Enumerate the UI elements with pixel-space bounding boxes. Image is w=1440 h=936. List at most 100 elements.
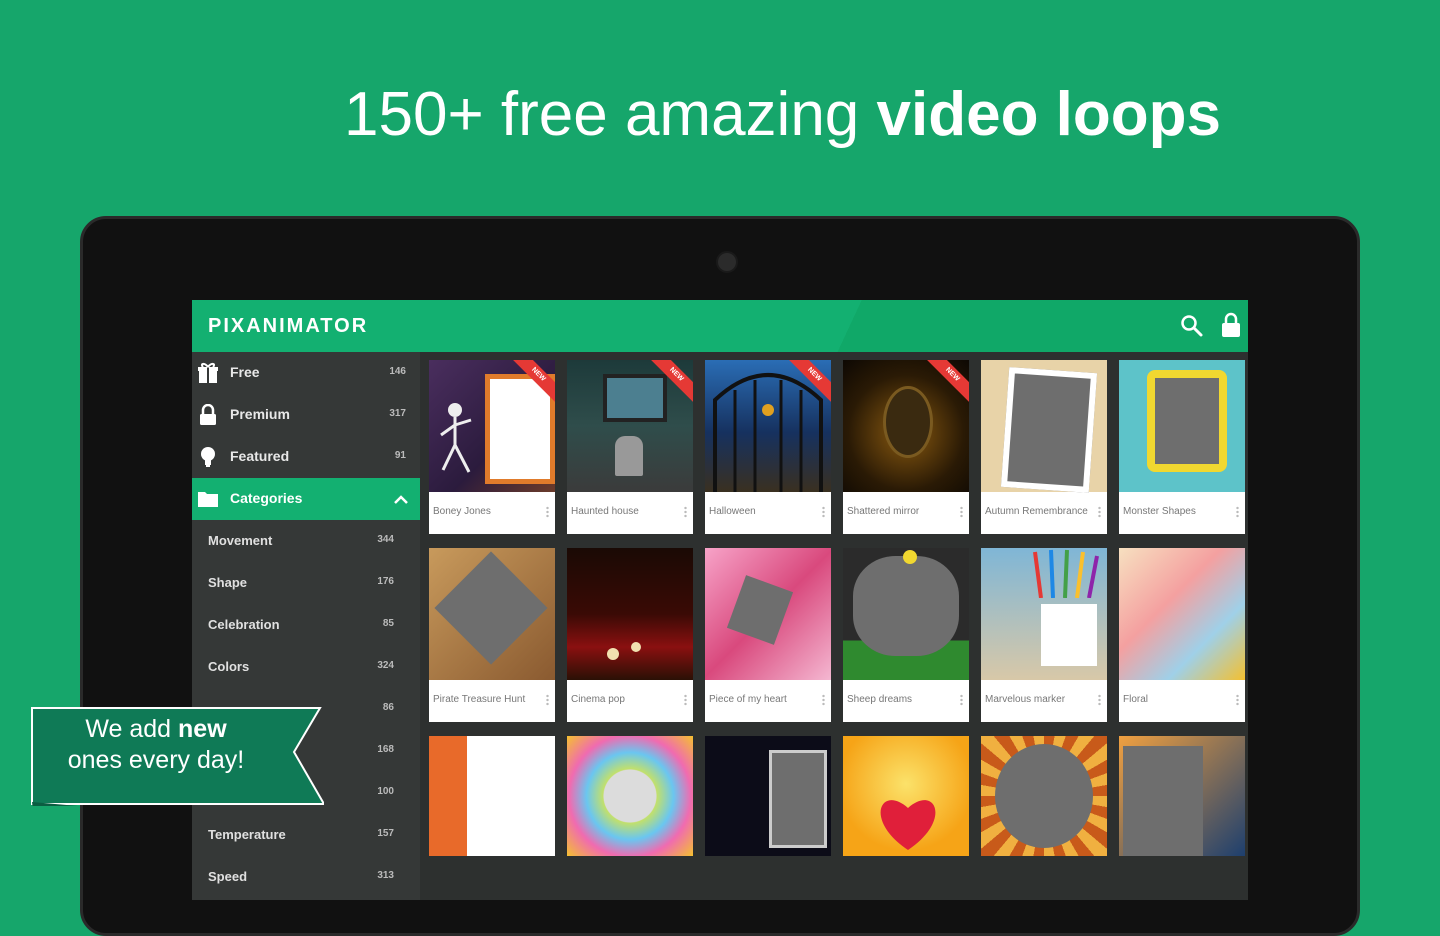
notepad-frame — [1041, 604, 1097, 666]
more-options-icon[interactable] — [1098, 694, 1101, 706]
circle-frame — [995, 744, 1093, 848]
video-card[interactable]: Cinema pop — [567, 548, 693, 722]
video-card[interactable] — [429, 736, 555, 856]
folder-icon — [198, 492, 218, 507]
more-options-icon[interactable] — [1098, 506, 1101, 518]
card-thumbnail — [705, 736, 831, 856]
more-options-icon[interactable] — [1236, 694, 1239, 706]
more-options-icon[interactable] — [960, 694, 963, 706]
sidebar-item-featured[interactable]: Featured 91 — [192, 436, 420, 478]
category-label: Shape — [208, 575, 248, 590]
card-thumbnail — [981, 360, 1107, 493]
video-card[interactable] — [1119, 736, 1245, 856]
app-screen: PIXANIMATOR Free 146 Premium 317 Feature… — [192, 300, 1248, 900]
video-card[interactable] — [981, 736, 1107, 856]
sidebar: Free 146 Premium 317 Featured 91 Categor… — [192, 352, 420, 900]
category-item-colors[interactable]: Colors 324 — [192, 646, 420, 688]
video-card[interactable]: NEW Halloween — [705, 360, 831, 534]
card-caption: Sheep dreams — [847, 694, 913, 705]
banner-line-1-prefix: We add — [85, 715, 179, 743]
sidebar-item-label: Categories — [230, 490, 303, 506]
sidebar-item-categories[interactable]: Categories — [192, 478, 420, 520]
photo-frame — [769, 750, 827, 848]
card-thumbnail — [429, 736, 555, 856]
sidebar-item-free[interactable]: Free 146 — [192, 352, 420, 394]
tv-frame — [603, 374, 667, 422]
category-count: 176 — [377, 576, 394, 587]
card-thumbnail — [843, 736, 969, 856]
category-count: 324 — [377, 660, 394, 671]
card-thumbnail — [843, 548, 969, 680]
sidebar-item-count: 91 — [394, 450, 406, 461]
category-label: Colors — [208, 659, 250, 674]
video-card[interactable]: Marvelous marker — [981, 548, 1107, 722]
more-options-icon[interactable] — [546, 506, 549, 518]
more-options-icon[interactable] — [684, 506, 687, 518]
popcorn-shape — [607, 648, 619, 660]
card-caption: Shattered mirror — [847, 506, 920, 517]
gift-icon — [198, 363, 218, 383]
search-icon[interactable] — [1180, 314, 1204, 338]
sidebar-item-label: Featured — [230, 448, 290, 464]
video-card[interactable]: NEW Haunted house — [567, 360, 693, 534]
video-card[interactable]: Piece of my heart — [705, 548, 831, 722]
more-options-icon[interactable] — [822, 694, 825, 706]
video-card[interactable] — [567, 736, 693, 856]
category-count: 344 — [377, 534, 394, 545]
card-thumbnail — [567, 736, 693, 856]
category-item-temperature[interactable]: Temperature 157 — [192, 814, 420, 856]
category-count: 168 — [377, 744, 394, 755]
card-thumbnail — [705, 548, 831, 680]
category-item-movement[interactable]: Movement 344 — [192, 520, 420, 562]
card-thumbnail — [1119, 548, 1245, 680]
heart-icon — [880, 800, 936, 850]
card-thumbnail — [1119, 736, 1245, 856]
category-item-speed[interactable]: Speed 313 — [192, 856, 420, 898]
lightbulb-icon — [201, 447, 215, 467]
card-caption: Floral — [1123, 694, 1149, 705]
moon-icon — [903, 550, 917, 564]
chair-shape — [615, 436, 643, 476]
video-card[interactable]: Sheep dreams — [843, 548, 969, 722]
video-card[interactable] — [705, 736, 831, 856]
card-caption: Autumn Remembrance — [985, 506, 1088, 517]
video-card[interactable]: Monster Shapes — [1119, 360, 1245, 534]
banner-line-2: ones every day! — [67, 746, 245, 774]
category-item-shape[interactable]: Shape 176 — [192, 562, 420, 604]
category-count: 157 — [377, 828, 394, 839]
category-count: 85 — [382, 618, 394, 629]
headline: 150+ free amazing video loops — [0, 78, 1440, 152]
video-card[interactable]: Autumn Remembrance — [981, 360, 1107, 534]
heart-frame — [726, 575, 794, 645]
video-card[interactable]: NEW Shattered mirror — [843, 360, 969, 534]
card-caption: Marvelous marker — [985, 694, 1066, 705]
pencils-icon — [1033, 549, 1099, 598]
category-label: Temperature — [208, 827, 286, 842]
more-options-icon[interactable] — [822, 506, 825, 518]
monster-frame — [1147, 370, 1227, 472]
app-logo: PIXANIMATOR — [208, 315, 369, 337]
video-card[interactable]: NEW Boney Jones — [429, 360, 555, 534]
skeleton-icon — [440, 403, 472, 473]
more-options-icon[interactable] — [960, 506, 963, 518]
banner-line-1-bold: new — [178, 715, 227, 743]
more-options-icon[interactable] — [546, 694, 549, 706]
video-card[interactable]: Pirate Treasure Hunt — [429, 548, 555, 722]
mirror-frame — [883, 386, 933, 458]
category-item-celebration[interactable]: Celebration 85 — [192, 604, 420, 646]
more-options-icon[interactable] — [1236, 506, 1239, 518]
card-thumbnail — [1119, 360, 1245, 492]
category-label: Movement — [208, 533, 273, 548]
video-card[interactable]: Floral — [1119, 548, 1245, 722]
chevron-up-icon[interactable] — [394, 494, 408, 504]
video-card[interactable] — [843, 736, 969, 856]
category-count: 86 — [382, 702, 394, 713]
sidebar-item-premium[interactable]: Premium 317 — [192, 394, 420, 436]
popcorn-shape — [631, 642, 641, 652]
lock-icon[interactable] — [1220, 312, 1242, 338]
card-caption: Piece of my heart — [709, 694, 787, 705]
more-options-icon[interactable] — [684, 694, 687, 706]
card-caption: Cinema pop — [571, 694, 625, 705]
camera-dot — [716, 251, 738, 273]
card-caption: Boney Jones — [433, 506, 491, 517]
